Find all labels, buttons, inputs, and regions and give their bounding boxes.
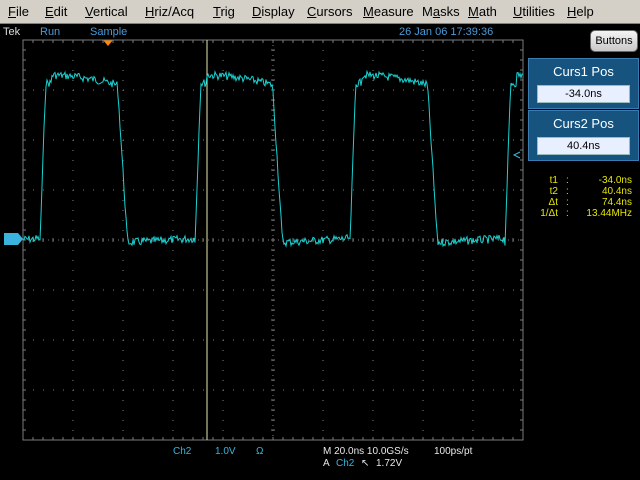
timebase-readout[interactable]: M 20.0ns 10.0GS/s [323, 446, 409, 457]
trigger-level[interactable]: 1.72V [376, 458, 402, 469]
trigger-prefix: A [323, 458, 330, 469]
readout-row: 1/Δt:13.44MHz [540, 208, 632, 219]
readout-value: 40.4ns [601, 186, 632, 197]
cursor2-position-panel[interactable]: Curs2 Pos 40.4ns [528, 110, 639, 161]
resolution-readout: 100ps/pt [434, 446, 473, 457]
readout-label: t1 [549, 175, 558, 186]
cursor1-title: Curs1 Pos [553, 64, 614, 79]
cursor1-position-panel[interactable]: Curs1 Pos -34.0ns [528, 58, 639, 109]
cursor2-value-field[interactable]: 40.4ns [537, 137, 630, 155]
readout-row: t2:40.4ns [549, 186, 632, 197]
trigger-channel[interactable]: Ch2 [336, 458, 354, 469]
trigger-level-arrow[interactable] [512, 151, 521, 159]
readout-value: 74.4ns [601, 197, 632, 208]
readout-row: Δt:74.4ns [548, 197, 632, 208]
readout-label: t2 [549, 186, 558, 197]
readout-value: 13.44MHz [586, 208, 632, 219]
channel-label[interactable]: Ch2 [173, 446, 191, 457]
cursor2-title: Curs2 Pos [553, 116, 614, 131]
readout-label: Δt [548, 197, 558, 208]
buttons-button[interactable]: Buttons [590, 30, 638, 52]
readout-row: t1: -34.0ns [549, 175, 632, 186]
trigger-slope-icon: ↖ [361, 458, 370, 469]
ch2-marker-label: 2 [6, 234, 11, 243]
coupling-icon: Ω [256, 446, 264, 457]
cursor1-value-field[interactable]: -34.0ns [537, 85, 630, 103]
vertical-scale[interactable]: 1.0V [215, 446, 236, 457]
cursor-readouts: t1: -34.0ns t2:40.4ns Δt:74.4ns 1/Δt:13.44MH… [530, 175, 636, 219]
readout-label: 1/Δt [540, 208, 558, 219]
readout-value: -34.0ns [598, 175, 632, 186]
